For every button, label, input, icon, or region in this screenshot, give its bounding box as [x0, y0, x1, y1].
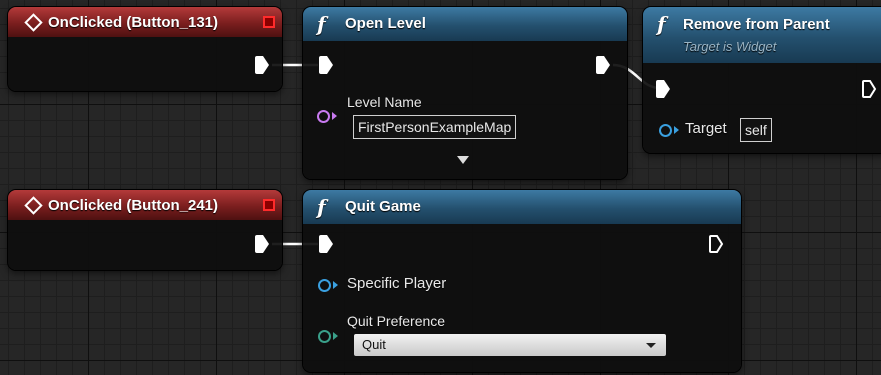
event-node-button-241[interactable]: OnClicked (Button_241): [8, 190, 282, 270]
remove-from-parent-node[interactable]: f Remove from Parent Target is Widget Ta…: [643, 7, 881, 153]
exec-out-pin-icon[interactable]: [254, 55, 270, 75]
event-diamond-icon: [24, 196, 43, 215]
event-node-header[interactable]: OnClicked (Button_131): [8, 7, 282, 37]
function-icon: f: [317, 12, 326, 36]
open-level-title: Open Level: [345, 15, 426, 32]
event-node-header[interactable]: OnClicked (Button_241): [8, 190, 282, 220]
exec-out-pin-icon[interactable]: [254, 234, 270, 254]
remove-from-parent-subtitle: Target is Widget: [683, 39, 777, 54]
quit-preference-value: Quit: [362, 337, 386, 352]
target-object-pin-icon[interactable]: [659, 124, 672, 137]
level-name-label: Level Name: [347, 94, 422, 110]
delegate-square-icon[interactable]: [263, 16, 275, 28]
level-name-input[interactable]: FirstPersonExampleMap: [353, 115, 517, 139]
target-self-value[interactable]: self: [740, 118, 772, 142]
specific-player-label: Specific Player: [347, 275, 447, 292]
quit-preference-dropdown[interactable]: Quit: [354, 334, 666, 356]
event-node-title: OnClicked (Button_241): [48, 197, 219, 214]
expand-advanced-chevron-icon[interactable]: [457, 156, 469, 164]
exec-in-pin-icon[interactable]: [655, 79, 671, 99]
delegate-square-icon[interactable]: [263, 199, 275, 211]
pin-arrow-icon: [333, 281, 338, 289]
event-diamond-icon: [24, 13, 43, 32]
exec-out-pin-icon[interactable]: [861, 79, 877, 99]
remove-from-parent-header[interactable]: f Remove from Parent Target is Widget: [643, 7, 881, 63]
event-node-button-131[interactable]: OnClicked (Button_131): [8, 7, 282, 91]
specific-player-pin-icon[interactable]: [318, 279, 331, 292]
pin-arrow-icon: [674, 126, 679, 134]
pin-arrow-icon: [332, 112, 337, 120]
event-node-title: OnClicked (Button_131): [48, 14, 219, 31]
exec-in-pin-icon[interactable]: [318, 55, 334, 75]
remove-from-parent-title: Remove from Parent: [683, 16, 830, 33]
string-pin-icon[interactable]: [317, 110, 330, 123]
exec-in-pin-icon[interactable]: [318, 234, 334, 254]
pin-arrow-icon: [333, 332, 338, 340]
dropdown-caret-icon: [646, 343, 656, 348]
function-icon: f: [657, 12, 666, 36]
open-level-node[interactable]: f Open Level Level Name FirstPersonExamp…: [303, 7, 627, 179]
exec-out-pin-icon[interactable]: [595, 55, 611, 75]
exec-out-pin-icon[interactable]: [708, 234, 724, 254]
target-label: Target: [685, 120, 727, 137]
quit-preference-pin-icon[interactable]: [318, 330, 331, 343]
quit-game-header[interactable]: f Quit Game: [303, 190, 741, 224]
quit-preference-label: Quit Preference: [347, 313, 446, 329]
quit-game-title: Quit Game: [345, 198, 421, 215]
quit-game-node[interactable]: f Quit Game Specific Player Quit Prefere…: [303, 190, 741, 372]
open-level-header[interactable]: f Open Level: [303, 7, 627, 41]
function-icon: f: [317, 195, 326, 219]
